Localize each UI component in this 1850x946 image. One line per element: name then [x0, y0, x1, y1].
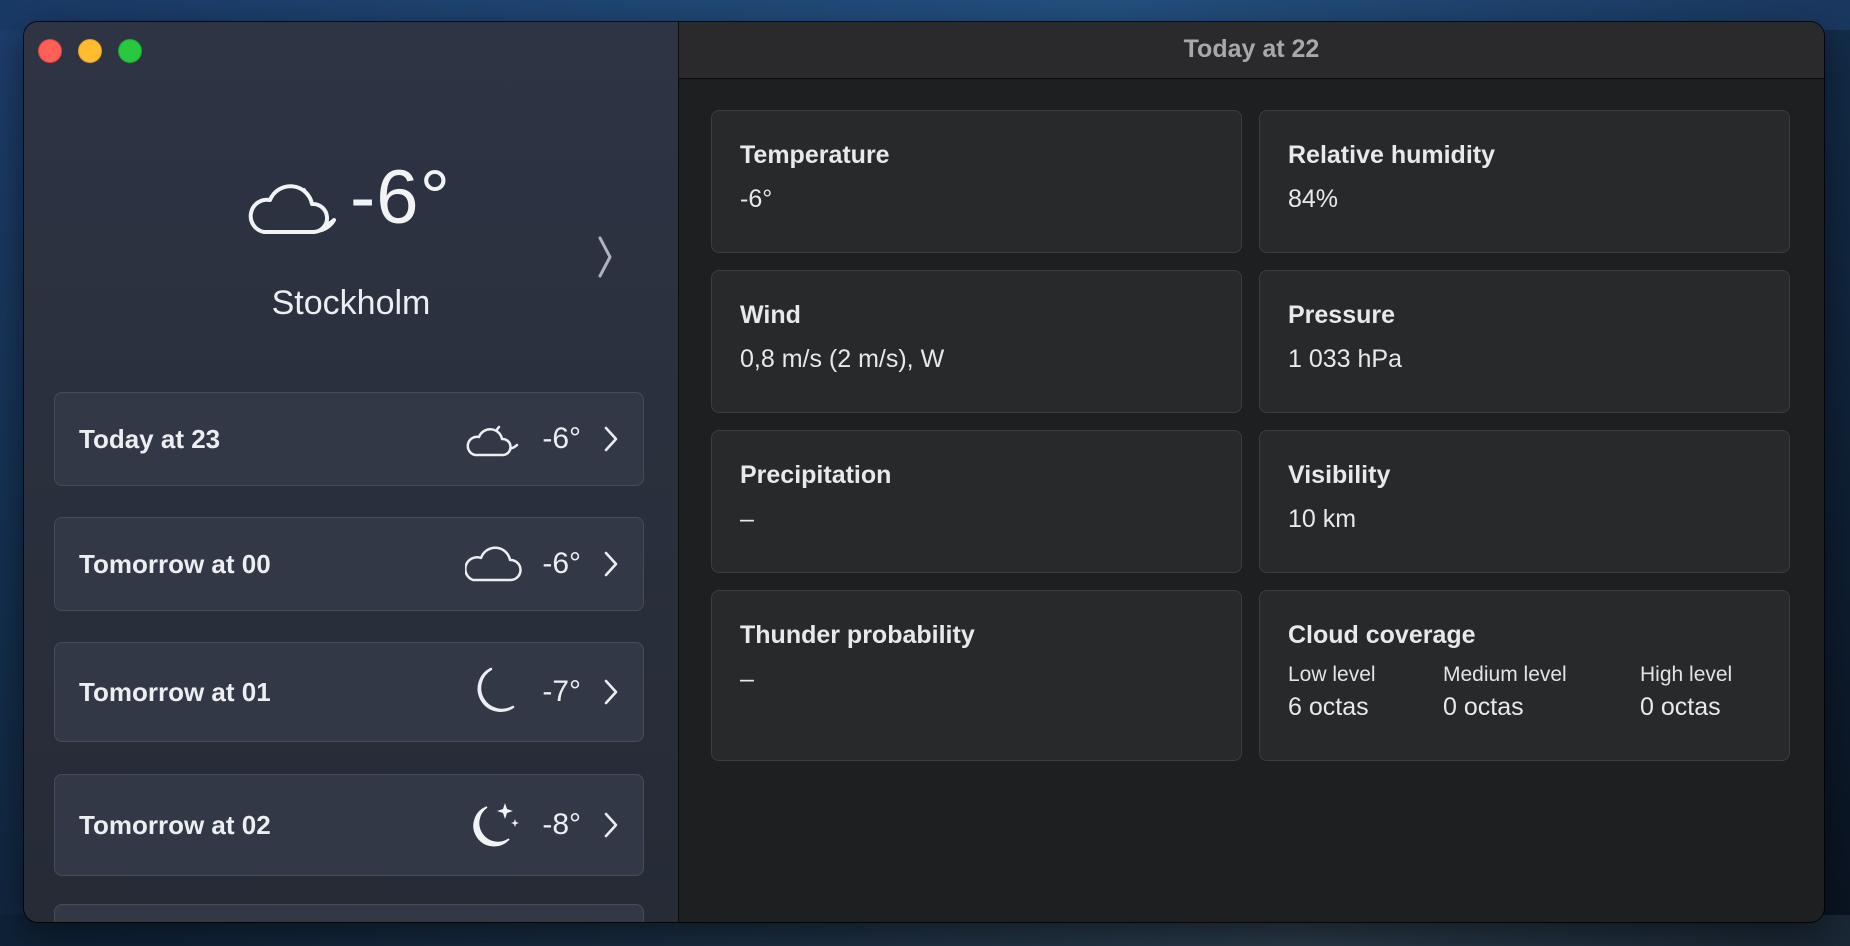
hour-row[interactable]: Tomorrow at 01 -7° [54, 642, 644, 742]
minimize-window-button[interactable] [78, 39, 102, 63]
cloud-medium-level: Medium level 0 octas [1443, 663, 1567, 722]
cloud-high-value: 0 octas [1640, 693, 1721, 721]
temperature-card: Temperature -6° [711, 110, 1242, 253]
hour-label: Tomorrow at 02 [79, 810, 271, 840]
cloud-moon-icon [248, 184, 336, 234]
hour-label: Tomorrow at 00 [79, 549, 271, 579]
city-name: Stockholm [271, 284, 431, 322]
card-title: Relative humidity [1288, 141, 1495, 169]
cloud-icon [465, 546, 522, 582]
card-value: 10 km [1288, 505, 1357, 533]
hour-row[interactable]: Today at 23 -6° [54, 392, 644, 486]
precipitation-card: Precipitation – [711, 430, 1242, 573]
current-temperature: -6° [350, 155, 451, 240]
chevron-right-icon[interactable] [590, 234, 620, 280]
hour-row[interactable]: Tomorrow at 00 -6° [54, 517, 644, 611]
pressure-card: Pressure 1 033 hPa [1259, 270, 1790, 413]
humidity-card: Relative humidity 84% [1259, 110, 1790, 253]
cloud-moon-icon [466, 425, 519, 457]
detail-title: Today at 22 [679, 22, 1824, 79]
detail-pane: Today at 22 Temperature -6° Relative hum… [679, 22, 1824, 922]
chevron-right-icon [604, 812, 618, 838]
hour-temperature: -6° [542, 547, 581, 580]
cloud-high-level: High level 0 octas [1640, 663, 1732, 722]
wind-card: Wind 0,8 m/s (2 m/s), W [711, 270, 1242, 413]
cloud-low-value: 6 octas [1288, 693, 1369, 721]
chevron-right-icon [604, 551, 618, 577]
card-value: – [740, 665, 754, 693]
cloud-high-label: High level [1640, 663, 1733, 686]
card-value: – [740, 505, 754, 533]
hour-temperature: -8° [542, 808, 581, 841]
cloud-low-label: Low level [1288, 663, 1376, 686]
card-title: Precipitation [740, 461, 892, 489]
card-value: 0,8 m/s (2 m/s), W [740, 345, 945, 373]
hour-temperature: -6° [542, 422, 581, 455]
card-value: -6° [740, 185, 773, 213]
card-title: Pressure [1288, 301, 1396, 329]
card-value: 1 033 hPa [1288, 345, 1402, 373]
chevron-right-icon [604, 426, 618, 452]
hour-label: Tomorrow at 01 [79, 677, 271, 707]
cloud-medium-value: 0 octas [1443, 693, 1524, 721]
moon-icon [477, 667, 515, 712]
current-weather[interactable]: -6° Stockholm [24, 155, 678, 332]
card-title: Cloud coverage [1288, 621, 1476, 649]
card-title: Visibility [1288, 461, 1391, 489]
thunder-card: Thunder probability – [711, 590, 1242, 761]
chevron-right-icon [604, 679, 618, 705]
hour-row-partial[interactable] [54, 904, 644, 922]
hour-label: Today at 23 [79, 424, 221, 454]
cloud-medium-label: Medium level [1443, 663, 1567, 686]
close-window-button[interactable] [38, 39, 62, 63]
hour-temperature: -7° [542, 675, 581, 708]
sidebar: -6° Stockholm Today at 23 -6° Tomorrow a… [24, 22, 679, 922]
card-title: Temperature [740, 141, 890, 169]
cloud-low-level: Low level 6 octas [1288, 663, 1376, 722]
moon-stars-icon [473, 803, 519, 847]
zoom-window-button[interactable] [118, 39, 142, 63]
weather-app-window: -6° Stockholm Today at 23 -6° Tomorrow a… [24, 22, 1824, 922]
cloud-coverage-card: Cloud coverage Low level 6 octas Medium … [1259, 590, 1790, 761]
card-title: Wind [740, 301, 801, 329]
card-value: 84% [1288, 185, 1339, 213]
hour-row[interactable]: Tomorrow at 02 -8° [54, 774, 644, 876]
card-title: Thunder probability [740, 621, 975, 649]
visibility-card: Visibility 10 km [1259, 430, 1790, 573]
